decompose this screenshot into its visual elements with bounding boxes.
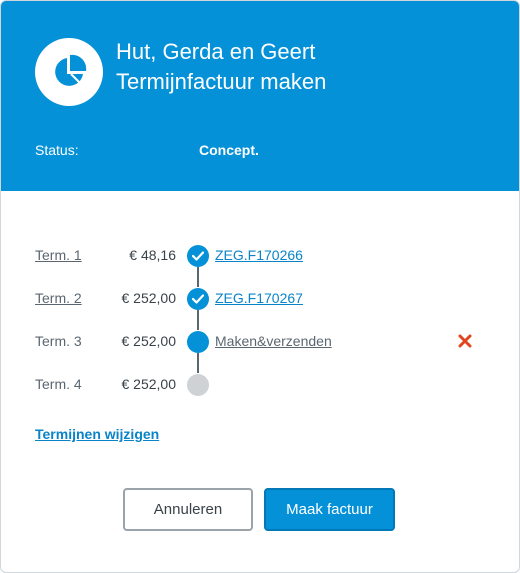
term-amount: € 252,00	[121, 333, 177, 349]
status-label: Status:	[35, 142, 79, 158]
invoice-link[interactable]: ZEG.F170267	[215, 290, 303, 306]
term-label: Term. 4	[35, 376, 82, 392]
term-label[interactable]: Term. 2	[35, 290, 82, 306]
term-label: Term. 3	[35, 333, 82, 349]
term-row: Term. 3 € 252,00 Maken&verzenden	[1, 330, 519, 354]
check-circle-icon	[187, 288, 209, 310]
current-step-icon	[187, 331, 209, 353]
dialog-header: Hut, Gerda en Geert Termijnfactuur maken…	[1, 1, 519, 191]
timeline-connector	[197, 310, 199, 330]
timeline-connector	[197, 353, 199, 373]
term-row: Term. 4 € 252,00	[1, 373, 519, 397]
term-label[interactable]: Term. 1	[35, 247, 82, 263]
timeline-connector	[197, 267, 199, 287]
cancel-button[interactable]: Annuleren	[123, 488, 253, 531]
term-amount: € 252,00	[121, 376, 177, 392]
pending-step-icon	[187, 374, 209, 396]
relation-name: Hut, Gerda en Geert	[116, 39, 316, 64]
term-row: Term. 2 € 252,00 ZEG.F170267	[1, 287, 519, 311]
change-terms-link[interactable]: Termijnen wijzigen	[35, 426, 159, 442]
create-invoice-button[interactable]: Maak factuur	[264, 488, 395, 531]
dialog-title: Termijnfactuur maken	[116, 69, 327, 94]
remove-icon[interactable]	[457, 333, 473, 349]
pie-chart-icon	[35, 38, 103, 106]
term-row: Term. 1 € 48,16 ZEG.F170266	[1, 244, 519, 268]
invoice-link[interactable]: ZEG.F170266	[215, 247, 303, 263]
term-amount: € 48,16	[129, 247, 176, 263]
create-installment-invoice-dialog: Hut, Gerda en Geert Termijnfactuur maken…	[0, 0, 520, 573]
term-amount: € 252,00	[121, 290, 177, 306]
create-and-send-link[interactable]: Maken&verzenden	[215, 333, 332, 349]
check-circle-icon	[187, 245, 209, 267]
status-value: Concept.	[199, 142, 259, 158]
